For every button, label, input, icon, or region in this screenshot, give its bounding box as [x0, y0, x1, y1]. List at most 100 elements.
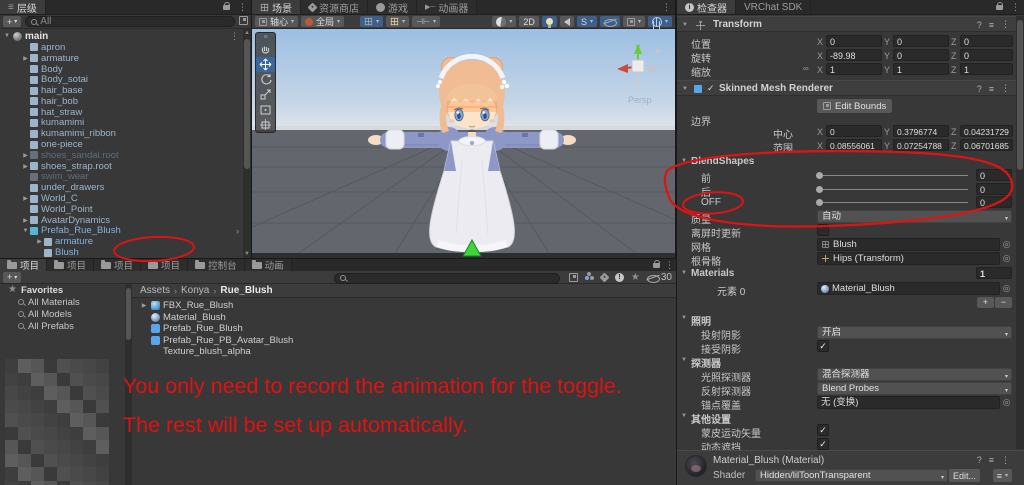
prefab-open-icon[interactable]: › — [236, 226, 239, 236]
hierarchy-item[interactable]: swim_wear — [0, 171, 243, 182]
scene-viewport[interactable]: ≡ y Persp — [252, 29, 675, 258]
rect-tool-button[interactable] — [256, 102, 275, 117]
motion-vectors-checkbox[interactable]: ✓ — [817, 424, 829, 436]
cast-shadows-dropdown[interactable]: 开启 ▾ — [817, 326, 1012, 339]
scale-link-icon[interactable]: ∞ — [803, 64, 809, 73]
material-preview-header[interactable]: Material_Blush (Material) ? ≡ ⋮ Shader H… — [677, 450, 1024, 485]
panel-menu-icon[interactable]: ⋮ — [234, 0, 251, 14]
hierarchy-item[interactable]: ▶ AvatarDynamics — [0, 215, 243, 226]
expand-icon[interactable]: ▼ — [21, 228, 30, 234]
material-object-field[interactable]: Material_Blush — [817, 282, 1000, 295]
tab-inspector[interactable]: i 检查器 — [677, 0, 736, 15]
object-picker-icon[interactable]: ◎ — [1001, 253, 1012, 264]
tab-animator[interactable]: ▶─ 动画器 — [417, 0, 478, 15]
light-probes-dropdown[interactable]: 混合探测器 ▾ — [817, 368, 1012, 381]
foldout-icon[interactable]: ▼ — [682, 86, 688, 92]
slider-knob[interactable] — [816, 185, 823, 193]
hierarchy-item[interactable]: World_Point — [0, 204, 243, 215]
mesh-object-field[interactable]: Blush — [817, 238, 1000, 251]
expand-icon[interactable]: ▶ — [140, 302, 148, 309]
center-x-field[interactable]: 0 — [826, 125, 882, 137]
tab-vrchat-sdk[interactable]: VRChat SDK — [736, 0, 812, 14]
tab-hierarchy[interactable]: ≡ 层级 — [0, 0, 46, 15]
shader-dropdown[interactable]: Hidden/lilToonTransparent ▾ — [755, 469, 948, 482]
presets-icon[interactable]: ≡ — [989, 455, 994, 466]
enabled-checkbox[interactable]: ✓ — [707, 83, 715, 94]
hierarchy-item[interactable]: ▶ armature — [0, 236, 243, 247]
center-y-field[interactable]: 0.3796774 — [893, 125, 949, 137]
tab-scene[interactable]: 场景 — [252, 0, 301, 15]
tool-settings-button[interactable]: ⊣⊢ ▾ — [412, 16, 441, 27]
expand-icon[interactable]: ▶ — [35, 238, 44, 245]
blendshape-value-field[interactable]: 0 — [976, 196, 1012, 208]
object-picker-icon[interactable]: ◎ — [1001, 397, 1012, 408]
expand-icon[interactable]: ▶ — [21, 217, 30, 224]
help-icon[interactable]: ? — [977, 20, 982, 30]
hierarchy-item[interactable]: Body — [0, 64, 243, 75]
hierarchy-item[interactable]: Body_sotai — [0, 74, 243, 85]
hidden-packages-count[interactable]: 30 — [646, 272, 672, 283]
hierarchy-item[interactable]: ▶ armature — [0, 53, 243, 64]
camera-settings-button[interactable]: ▾ — [622, 16, 645, 27]
favorites-star-icon[interactable]: ★ — [631, 272, 640, 283]
hierarchy-item[interactable]: under_drawers — [0, 182, 243, 193]
extent-y-field[interactable]: 0.07254788 — [893, 138, 949, 151]
handle-rotation-button[interactable]: 全局 ▾ — [301, 16, 345, 27]
rotate-tool-button[interactable] — [256, 72, 275, 87]
hierarchy-item[interactable]: ▶ shoes_strap.root — [0, 161, 243, 172]
position-x-field[interactable]: 0 — [826, 35, 882, 47]
component-menu-icon[interactable]: ⋮ — [1001, 19, 1010, 30]
file-row[interactable]: Prefab_Rue_PB_Avatar_Blush — [140, 335, 676, 347]
materials-count-field[interactable]: 1 — [976, 267, 1012, 279]
scene-menu-icon[interactable]: ⋮ — [230, 31, 239, 42]
position-y-field[interactable]: 0 — [893, 35, 949, 47]
shader-edit-button[interactable]: Edit... — [948, 469, 980, 482]
favorites-item[interactable]: All Prefabs — [0, 320, 125, 332]
blendshape-value-field[interactable]: 0 — [976, 182, 1012, 195]
tab-asset-store[interactable]: 资源商店 — [301, 0, 368, 15]
lock-icon[interactable] — [992, 0, 1007, 14]
open-asset-icon[interactable] — [568, 273, 578, 282]
file-row[interactable]: ▶ FBX_Rue_Blush — [140, 300, 676, 312]
component-menu-icon[interactable]: ⋮ — [1001, 455, 1010, 466]
hierarchy-item[interactable]: one-piece — [0, 139, 243, 150]
blendshape-slider[interactable] — [816, 185, 968, 193]
hierarchy-item[interactable]: hat_straw — [0, 107, 243, 118]
favorites-header[interactable]: ★ Favorites — [0, 284, 125, 296]
expand-icon[interactable]: ▼ — [4, 33, 10, 39]
remove-material-button[interactable]: − — [995, 297, 1012, 308]
file-row[interactable]: Texture_blush_alpha — [140, 346, 676, 358]
scale-y-field[interactable]: 1 — [893, 63, 949, 75]
position-z-field[interactable]: 0 — [960, 35, 1013, 47]
project-search-input[interactable] — [334, 272, 560, 284]
extent-x-field[interactable]: 0.08556061 — [826, 138, 882, 151]
effects-button[interactable]: S ▾ — [576, 16, 597, 27]
quality-dropdown[interactable]: 自动 ▾ — [817, 210, 1012, 223]
expand-icon[interactable]: ▶ — [21, 195, 30, 202]
skinned-mesh-renderer-header[interactable]: ▼ ✓ Skinned Mesh Renderer ? ≡ ⋮ — [677, 80, 1024, 96]
hierarchy-item[interactable]: kumamimi — [0, 117, 243, 128]
panel-menu-icon[interactable]: ⋮ — [665, 260, 674, 271]
root-bone-object-field[interactable]: Hips (Transform) — [817, 252, 1000, 265]
hierarchy-item[interactable]: hair_base — [0, 85, 243, 96]
component-menu-icon[interactable]: ⋮ — [1001, 83, 1010, 94]
help-icon[interactable]: ? — [977, 455, 982, 466]
snap-increment-button[interactable]: ▾ — [386, 16, 410, 27]
lighting-section[interactable]: ▼ 照明 — [677, 312, 1024, 328]
project-tab[interactable]: 项目 — [0, 259, 48, 272]
hierarchy-item[interactable]: Blush — [0, 247, 243, 258]
presets-icon[interactable]: ≡ — [989, 20, 994, 30]
update-offscreen-checkbox[interactable] — [817, 224, 829, 236]
hierarchy-scrollbar[interactable]: ▲ ▼ — [243, 29, 251, 258]
reflection-probes-dropdown[interactable]: Blend Probes ▾ — [817, 382, 1012, 395]
scene-visibility-button[interactable] — [599, 16, 620, 27]
breadcrumb-assets[interactable]: Assets — [140, 285, 170, 296]
edit-bounds-button[interactable]: Edit Bounds — [817, 99, 893, 113]
search-by-type-icon[interactable]: ! — [614, 273, 624, 282]
file-row[interactable]: Prefab_Rue_Blush — [140, 323, 676, 335]
scale-tool-button[interactable] — [256, 87, 275, 102]
audio-toggle-button[interactable] — [559, 16, 574, 27]
scale-x-field[interactable]: 1 — [826, 63, 882, 75]
dynamic-occlusion-checkbox[interactable]: ✓ — [817, 438, 829, 450]
slider-knob[interactable] — [816, 172, 823, 179]
